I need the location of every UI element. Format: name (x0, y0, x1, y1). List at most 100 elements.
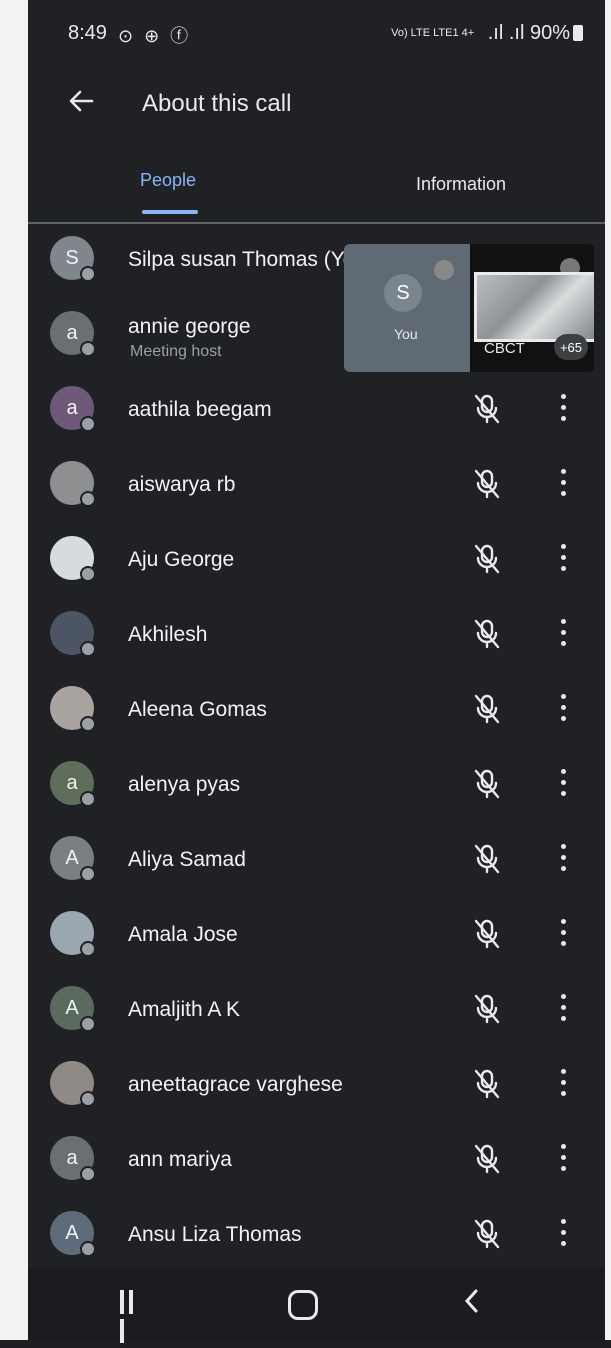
mic-off-icon (472, 617, 502, 651)
status-right: Vo) LTE LTE1 4+ .ıl .ıl 90% (391, 22, 583, 45)
participant-row[interactable]: aneettagrace varghese (28, 1051, 605, 1126)
participants-list: S Silpa susan Thomas (You) a annie george Me… (28, 226, 605, 1276)
network-icon: Vo) LTE LTE1 4+ (391, 27, 475, 39)
participant-avatar (50, 1061, 96, 1107)
pip-video-overlay[interactable]: S You CBCT +65 (344, 244, 594, 372)
participant-row[interactable]: A Amaljith A K (28, 976, 605, 1051)
participant-name: Amala Jose (128, 923, 238, 946)
more-options-icon[interactable] (558, 1219, 568, 1249)
more-options-icon[interactable] (558, 769, 568, 799)
battery-percent: 90% (529, 22, 570, 44)
status-dot (80, 341, 96, 357)
status-dot (80, 566, 96, 582)
participant-avatar: S (50, 236, 96, 282)
mic-off-icon (434, 260, 454, 280)
status-dot (80, 266, 96, 282)
status-dot (80, 416, 96, 432)
status-dot (80, 641, 96, 657)
app-bar: About this call (28, 72, 605, 136)
more-options-icon[interactable] (558, 619, 568, 649)
participant-row[interactable]: Amala Jose (28, 901, 605, 976)
participant-avatar: a (50, 311, 96, 357)
participant-name: Aliya Samad (128, 848, 246, 871)
mic-off-icon (472, 917, 502, 951)
tab-bar: People Information (28, 150, 605, 224)
recent-apps-icon[interactable] (120, 1290, 146, 1343)
pip-video-thumbnail (474, 272, 594, 342)
tab-indicator (142, 210, 198, 214)
status-dot (80, 491, 96, 507)
more-options-icon[interactable] (558, 844, 568, 874)
notification-icons: ⊙ ⊕ ⓕ (118, 26, 192, 46)
participant-avatar: A (50, 986, 96, 1032)
participant-name: Ansu Liza Thomas (128, 1223, 302, 1246)
status-dot (80, 716, 96, 732)
more-options-icon[interactable] (558, 544, 568, 574)
status-dot (80, 941, 96, 957)
more-options-icon[interactable] (558, 919, 568, 949)
home-icon[interactable] (288, 1290, 318, 1320)
participant-avatar: A (50, 836, 96, 882)
participant-row[interactable]: a ann mariya (28, 1126, 605, 1201)
participant-row[interactable]: a aathila beegam (28, 376, 605, 451)
participant-avatar: A (50, 1211, 96, 1257)
participant-row[interactable]: aiswarya rb (28, 451, 605, 526)
status-dot (80, 791, 96, 807)
phone-screen: 8:49 ⊙ ⊕ ⓕ Vo) LTE LTE1 4+ .ıl .ıl 90% A… (28, 0, 605, 1343)
more-options-icon[interactable] (558, 1069, 568, 1099)
pip-presenter-tile: CBCT +65 (470, 244, 594, 372)
participant-role: Meeting host (130, 343, 222, 360)
status-dot (80, 1166, 96, 1182)
participant-avatar (50, 686, 96, 732)
participant-avatar (50, 911, 96, 957)
participant-row[interactable]: Aju George (28, 526, 605, 601)
status-bar: 8:49 ⊙ ⊕ ⓕ Vo) LTE LTE1 4+ .ıl .ıl 90% (28, 0, 605, 70)
mic-off-icon (472, 1067, 502, 1101)
status-dot (80, 1241, 96, 1257)
battery-icon (573, 25, 583, 41)
participant-name: aneettagrace varghese (128, 1073, 343, 1096)
participant-name: annie george (128, 315, 251, 338)
participant-avatar (50, 611, 96, 657)
pip-self-avatar: S (384, 274, 422, 312)
back-arrow-icon[interactable] (66, 86, 96, 116)
more-options-icon[interactable] (558, 394, 568, 424)
participant-name: Aleena Gomas (128, 698, 267, 721)
participant-name: aiswarya rb (128, 473, 236, 496)
more-options-icon[interactable] (558, 1144, 568, 1174)
nav-back-icon[interactable] (460, 1286, 482, 1323)
participant-avatar: a (50, 761, 96, 807)
participant-name: ann mariya (128, 1148, 232, 1171)
participant-name: alenya pyas (128, 773, 241, 796)
page-title: About this call (142, 90, 292, 117)
mic-off-icon (472, 767, 502, 801)
participant-row[interactable]: Aleena Gomas (28, 676, 605, 751)
participant-name: Amaljith A K (128, 998, 241, 1021)
more-options-icon[interactable] (558, 694, 568, 724)
participant-avatar (50, 536, 96, 582)
more-options-icon[interactable] (558, 469, 568, 499)
participant-name: aathila beegam (128, 398, 272, 421)
participant-row[interactable]: A Aliya Samad (28, 826, 605, 901)
participant-avatar (50, 461, 96, 507)
mic-off-icon (472, 1142, 502, 1176)
photo-frame-edge (0, 0, 28, 1340)
mic-off-icon (472, 467, 502, 501)
mic-off-icon (472, 1217, 502, 1251)
mic-off-icon (472, 542, 502, 576)
tab-people[interactable]: People (140, 170, 196, 191)
participant-avatar: a (50, 1136, 96, 1182)
participant-row[interactable]: a alenya pyas (28, 751, 605, 826)
status-dot (80, 866, 96, 882)
participant-row[interactable]: Akhilesh (28, 601, 605, 676)
system-nav-bar (28, 1268, 605, 1343)
status-dot (80, 1016, 96, 1032)
participant-row[interactable]: A Ansu Liza Thomas (28, 1201, 605, 1276)
participant-name: Akhilesh (128, 623, 208, 646)
participant-avatar: a (50, 386, 96, 432)
tab-information[interactable]: Information (416, 174, 506, 195)
more-options-icon[interactable] (558, 994, 568, 1024)
pip-self-tile: S You (344, 244, 470, 372)
pip-others-count: +65 (554, 334, 588, 360)
mic-off-icon (472, 842, 502, 876)
